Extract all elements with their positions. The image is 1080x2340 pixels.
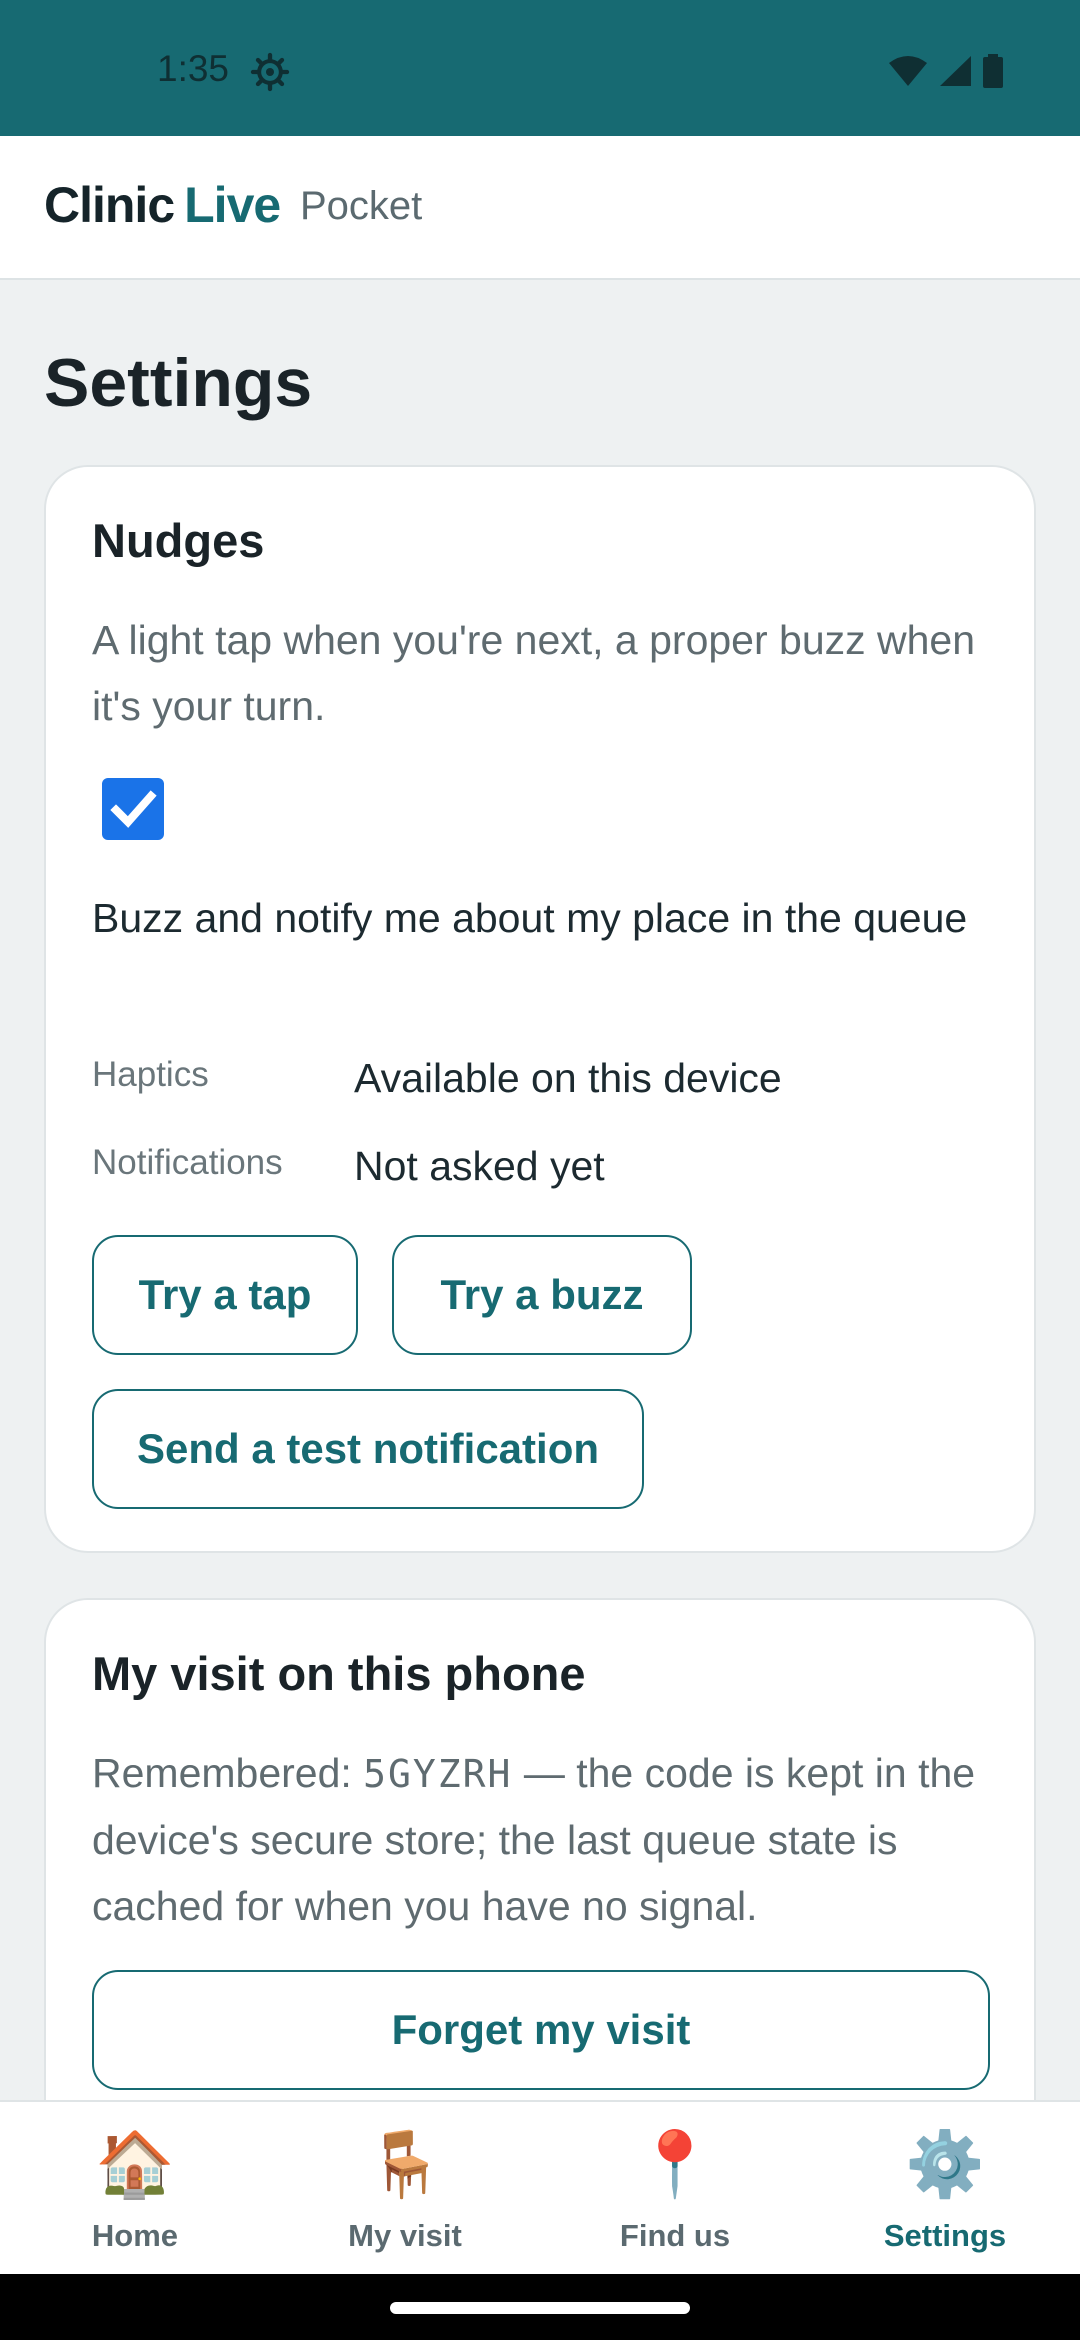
try-buzz-button[interactable]: Try a buzz (392, 1235, 692, 1355)
try-tap-button[interactable]: Try a tap (92, 1235, 358, 1355)
my-visit-title: My visit on this phone (92, 1647, 586, 1700)
nav-my-visit-label: My visit (348, 2218, 462, 2253)
status-time: 1:35 (157, 48, 230, 89)
nav-my-visit[interactable]: 🪑 My visit (270, 2102, 540, 2276)
battery-icon (983, 54, 1003, 88)
brand-clinic: Clinic (44, 177, 175, 233)
nav-settings-label: Settings (883, 2218, 1007, 2253)
bottom-nav: 🏠 Home 🪑 My visit 📍 Find us ⚙️ Settings (0, 2100, 1080, 2274)
nav-home-label: Home (91, 2218, 179, 2253)
app-header: Clinic Live Pocket (0, 136, 1080, 280)
haptics-label: Haptics (92, 1055, 209, 1094)
chair-icon: 🪑 (365, 2128, 445, 2200)
visit-code: 5GYZRH (363, 1752, 513, 1796)
map-pin-icon: 📍 (635, 2128, 715, 2200)
gear-icon: ⚙️ (905, 2128, 985, 2200)
page-title: Settings (44, 345, 313, 421)
my-visit-card: My visit on this phone Remembered: 5GYZR… (44, 1598, 1036, 2158)
brand-logo[interactable]: Clinic Live (44, 176, 281, 234)
wifi-icon (889, 56, 927, 86)
brand-live: Live (184, 177, 281, 233)
nav-find-us-label: Find us (619, 2218, 731, 2253)
gesture-bar-area (0, 2274, 1080, 2340)
nudges-card: Nudges A light tap when you're next, a p… (44, 465, 1036, 1553)
haptics-value: Available on this device (354, 1055, 782, 1101)
nudges-checkbox-label[interactable]: Buzz and notify me about my place in the… (92, 885, 992, 951)
notifications-value: Not asked yet (354, 1143, 605, 1189)
settings-gear-icon (250, 52, 290, 92)
nav-find-us[interactable]: 📍 Find us (540, 2102, 810, 2276)
nav-home[interactable]: 🏠 Home (0, 2102, 270, 2276)
send-test-notification-button[interactable]: Send a test notification (92, 1389, 644, 1509)
nudges-description: A light tap when you're next, a proper b… (92, 617, 976, 729)
status-bar: 1:35 (0, 0, 1080, 136)
house-icon: 🏠 (95, 2128, 175, 2200)
nav-settings[interactable]: ⚙️ Settings (810, 2102, 1080, 2276)
gesture-handle[interactable] (390, 2302, 690, 2314)
notifications-label: Notifications (92, 1143, 283, 1182)
nudges-checkbox[interactable] (102, 778, 164, 840)
forget-visit-button[interactable]: Forget my visit (92, 1970, 990, 2090)
checkmark-icon (110, 790, 157, 828)
signal-icon (940, 56, 971, 86)
nudges-title: Nudges (92, 514, 265, 567)
remembered-prefix: Remembered: (92, 1750, 364, 1796)
status-icons (888, 54, 1004, 88)
brand-suffix: Pocket (300, 184, 423, 228)
remembered-visit-text: Remembered: 5GYZRH — the code is kept in… (92, 1740, 992, 1939)
